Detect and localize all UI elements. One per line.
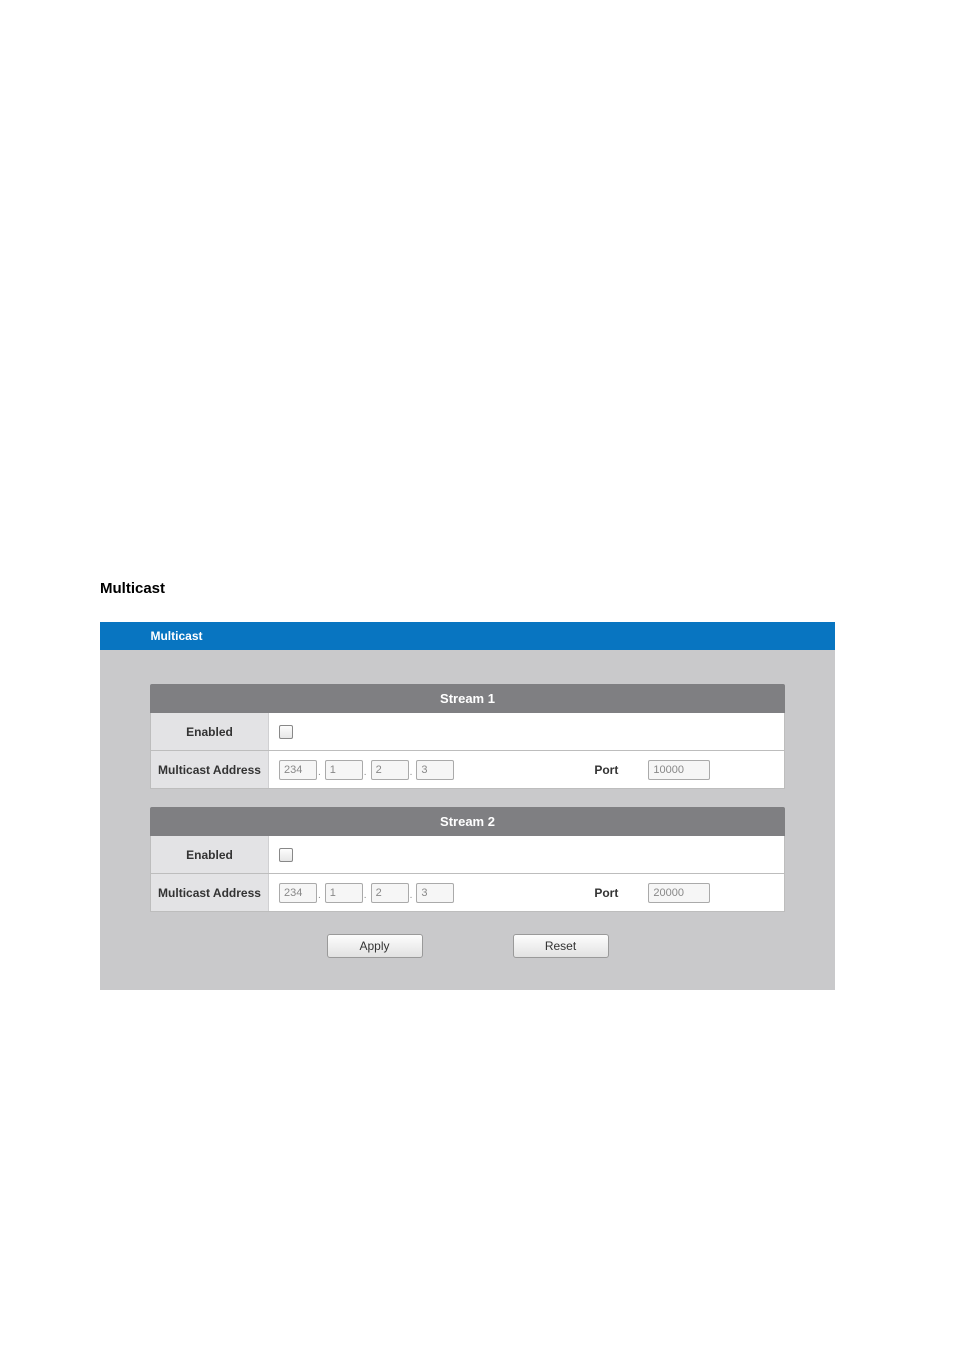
apply-button[interactable]: Apply xyxy=(327,934,423,958)
stream-2-address-row: Multicast Address 234 . 1 . 2 . 3 Port 2… xyxy=(150,874,785,912)
stream-2-address-label: Multicast Address xyxy=(151,874,269,911)
stream-2-port-input[interactable]: 20000 xyxy=(648,883,710,903)
ip-separator: . xyxy=(364,767,367,778)
multicast-panel: Multicast Stream 1 Enabled Multicast Add… xyxy=(100,622,835,990)
stream-2-ip-octet-4[interactable]: 3 xyxy=(416,883,454,903)
stream-1-port-input[interactable]: 10000 xyxy=(648,760,710,780)
stream-2-ip-octet-3[interactable]: 2 xyxy=(371,883,409,903)
reset-button[interactable]: Reset xyxy=(513,934,609,958)
stream-1-ip-octet-3[interactable]: 2 xyxy=(371,760,409,780)
stream-1-address-row: Multicast Address 234 . 1 . 2 . 3 Port 1… xyxy=(150,751,785,789)
tab-multicast[interactable]: Multicast xyxy=(100,622,253,650)
tab-bar-rest xyxy=(253,622,835,650)
stream-1-address-label: Multicast Address xyxy=(151,751,269,788)
stream-1-enabled-label: Enabled xyxy=(151,713,269,750)
stream-1-enabled-checkbox[interactable] xyxy=(279,725,293,739)
section-title: Multicast xyxy=(100,580,854,597)
stream-2-address-content: 234 . 1 . 2 . 3 Port 20000 xyxy=(269,877,784,909)
stream-2-enabled-row: Enabled xyxy=(150,836,785,874)
tab-bar: Multicast xyxy=(100,622,835,650)
stream-2-enabled-label: Enabled xyxy=(151,836,269,873)
stream-2-ip-octet-2[interactable]: 1 xyxy=(325,883,363,903)
ip-separator: . xyxy=(364,890,367,901)
stream-1-ip-octet-2[interactable]: 1 xyxy=(325,760,363,780)
stream-1-ip-octet-4[interactable]: 3 xyxy=(416,760,454,780)
stream-2-port-label: Port xyxy=(594,886,618,900)
stream-2-enabled-content xyxy=(269,842,784,868)
ip-separator: . xyxy=(410,890,413,901)
stream-2-enabled-checkbox[interactable] xyxy=(279,848,293,862)
stream-2-block: Stream 2 Enabled Multicast Address 234 .… xyxy=(150,807,785,912)
ip-separator: . xyxy=(318,767,321,778)
stream-2-ip-octet-1[interactable]: 234 xyxy=(279,883,317,903)
page-container: Multicast Multicast Stream 1 Enabled Mul… xyxy=(0,0,954,990)
stream-1-enabled-row: Enabled xyxy=(150,713,785,751)
panel-body: Stream 1 Enabled Multicast Address 234 .… xyxy=(100,650,835,990)
stream-1-header: Stream 1 xyxy=(150,684,785,713)
ip-separator: . xyxy=(318,890,321,901)
stream-1-port-label: Port xyxy=(594,763,618,777)
stream-1-ip-octet-1[interactable]: 234 xyxy=(279,760,317,780)
stream-2-header: Stream 2 xyxy=(150,807,785,836)
button-row: Apply Reset xyxy=(150,930,785,970)
stream-1-block: Stream 1 Enabled Multicast Address 234 .… xyxy=(150,684,785,789)
ip-separator: . xyxy=(410,767,413,778)
stream-1-address-content: 234 . 1 . 2 . 3 Port 10000 xyxy=(269,754,784,786)
stream-1-enabled-content xyxy=(269,719,784,745)
